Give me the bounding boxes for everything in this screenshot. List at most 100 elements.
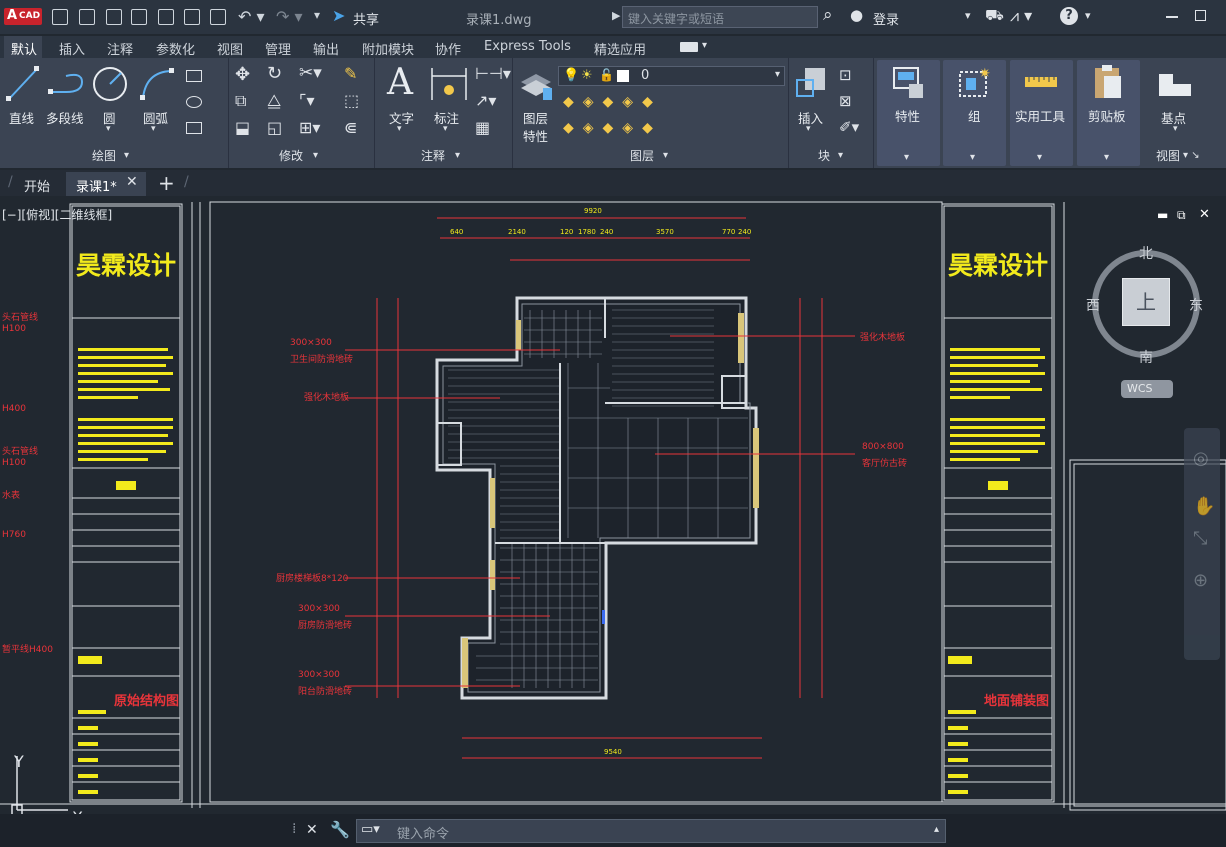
drawing-canvas[interactable]: [−][俯视][二维线框] 昊霖设计 昊霖设计 原始结构图 地面铺装图 头石管线… xyxy=(0,198,1226,827)
search-icon[interactable]: ⌕ xyxy=(823,5,833,25)
save-icon[interactable] xyxy=(106,9,122,25)
search-input[interactable]: 键入关键字或短语 xyxy=(628,10,724,27)
viewport-controls-label[interactable]: [−][俯视][二维线框] xyxy=(2,206,112,223)
tab-view[interactable]: 视图 xyxy=(217,39,243,58)
redo-icon[interactable]: ↷ ▾ xyxy=(276,7,303,26)
scale-icon[interactable]: ◱ xyxy=(267,118,282,137)
viewport-restore-icon[interactable]: ⧉ xyxy=(1177,208,1186,223)
dimension-dropdown-icon[interactable]: ▾ xyxy=(443,124,448,134)
layers-panel-expand-icon[interactable]: ▾ xyxy=(663,150,668,161)
text-dropdown-icon[interactable]: ▾ xyxy=(397,124,402,134)
arc-dropdown-icon[interactable]: ▾ xyxy=(151,124,156,134)
line-button[interactable]: 直线 xyxy=(9,108,34,127)
dimension-icon[interactable] xyxy=(429,66,469,102)
polyline-button[interactable]: 多段线 xyxy=(46,108,84,127)
tab-collaborate[interactable]: 协作 xyxy=(435,39,461,58)
compass-north[interactable]: 北 xyxy=(1139,243,1153,263)
close-command-icon[interactable]: ✕ xyxy=(306,822,318,838)
compass-south[interactable]: 南 xyxy=(1139,347,1153,367)
array-icon[interactable]: ⊞▾ xyxy=(299,118,320,137)
copy-icon[interactable]: ⧉ xyxy=(235,91,246,111)
tab-output[interactable]: 输出 xyxy=(313,39,339,58)
fillet-icon[interactable]: ⌜▾ xyxy=(299,91,315,110)
open-file-icon[interactable] xyxy=(79,9,95,25)
customize-command-icon[interactable]: 🔧 xyxy=(330,820,350,839)
properties-panel[interactable]: 特性 ▾ xyxy=(877,60,940,166)
line-icon[interactable] xyxy=(6,66,40,102)
linear-dim-icon[interactable]: ⊢⊣▾ xyxy=(475,64,511,83)
clipboard-panel[interactable]: 剪贴板 ▾ xyxy=(1077,60,1140,166)
mirror-icon[interactable]: ⧋ xyxy=(267,91,281,111)
layer-properties-button-line2[interactable]: 特性 xyxy=(523,126,548,145)
tab-featured-apps[interactable]: 精选应用 xyxy=(594,39,646,58)
block-panel-label[interactable]: 块 xyxy=(818,147,830,164)
circle-icon[interactable] xyxy=(92,66,128,102)
modify-panel-label[interactable]: 修改 xyxy=(279,147,303,164)
viewport-minimize-icon[interactable]: ▬ xyxy=(1157,208,1168,222)
trim-icon[interactable]: ✂▾ xyxy=(299,63,322,83)
utilities-panel[interactable]: 实用工具 ▾ xyxy=(1010,60,1073,166)
command-grip-icon[interactable]: ⁞ xyxy=(292,821,296,837)
search-expand-icon[interactable]: ▶ xyxy=(612,9,620,22)
offset-icon[interactable]: ⋐ xyxy=(344,118,357,137)
plot-icon[interactable] xyxy=(210,9,226,25)
move-icon[interactable]: ✥ xyxy=(235,64,250,85)
layers-panel-label[interactable]: 图层 xyxy=(630,147,654,164)
polyline-icon[interactable] xyxy=(48,70,86,98)
maximize-icon[interactable] xyxy=(1195,10,1206,21)
start-tab[interactable]: 开始 xyxy=(24,176,50,195)
create-block-icon[interactable]: ⊡ xyxy=(839,66,852,84)
basepoint-icon[interactable] xyxy=(1157,70,1193,98)
layer-dropdown[interactable]: 💡 ☀ 🔓 0 ▾ xyxy=(558,66,785,86)
steering-wheel-icon[interactable]: ◎ xyxy=(1193,448,1209,469)
view-panel-expand-icon[interactable]: ▾ ↘ xyxy=(1183,150,1200,161)
explode-icon[interactable]: ⬚ xyxy=(344,91,359,110)
groups-panel[interactable]: ✷ 组 ▾ xyxy=(943,60,1006,166)
view-panel-label[interactable]: 视图 xyxy=(1156,147,1180,164)
tab-insert[interactable]: 插入 xyxy=(59,39,85,58)
command-input[interactable]: ▭▾ 键入命令 ▴ xyxy=(356,819,946,843)
cart-icon[interactable]: ⛟ xyxy=(985,6,1004,26)
edit-attributes-icon[interactable]: ✐▾ xyxy=(839,118,859,136)
draw-panel-expand-icon[interactable]: ▾ xyxy=(124,150,129,161)
wcs-menu[interactable]: WCS xyxy=(1121,380,1173,398)
layer-properties-icon[interactable] xyxy=(519,66,553,102)
ribbon-minimize-dropdown-icon[interactable]: ▾ xyxy=(702,40,707,51)
tab-annotate[interactable]: 注释 xyxy=(107,39,133,58)
layer-tools-row2-icons[interactable]: ◆◈◆◈◆ xyxy=(563,120,662,136)
help-dropdown-icon[interactable]: ▾ xyxy=(1085,9,1091,22)
circle-dropdown-icon[interactable]: ▾ xyxy=(106,124,111,134)
compass-east[interactable]: 东 xyxy=(1189,295,1203,315)
tab-manage[interactable]: 管理 xyxy=(265,39,291,58)
share-button[interactable]: 共享 xyxy=(353,9,379,28)
undo-icon[interactable]: ↶ ▾ xyxy=(238,7,265,26)
new-file-icon[interactable] xyxy=(52,9,68,25)
basepoint-dropdown-icon[interactable]: ▾ xyxy=(1173,124,1178,134)
open-web-icon[interactable] xyxy=(158,9,174,25)
hatch-icon[interactable] xyxy=(186,96,202,108)
command-history-icon[interactable]: ▴ xyxy=(934,824,939,835)
table-icon[interactable]: ▦ xyxy=(475,118,490,137)
rotate-icon[interactable]: ↻ xyxy=(267,63,282,84)
tab-default[interactable]: 默认 xyxy=(11,39,37,58)
navigation-bar[interactable]: ◎ ✋ ⤡ ⊕ xyxy=(1184,428,1220,660)
modify-panel-expand-icon[interactable]: ▾ xyxy=(313,150,318,161)
account-dropdown-icon[interactable]: ▾ xyxy=(965,9,971,22)
tab-express-tools[interactable]: Express Tools xyxy=(484,39,571,54)
erase-icon[interactable]: ✎ xyxy=(344,64,357,83)
pan-icon[interactable]: ✋ xyxy=(1193,496,1215,517)
viewcube-top-face[interactable]: 上 xyxy=(1122,278,1170,326)
zoom-icon[interactable]: ⤡ xyxy=(1193,528,1207,549)
annotation-panel-label[interactable]: 注释 xyxy=(421,147,445,164)
help-icon[interactable]: ? xyxy=(1060,7,1078,25)
app-logo[interactable]: A CAD xyxy=(4,8,42,25)
block-panel-expand-icon[interactable]: ▾ xyxy=(838,150,843,161)
tab-addins[interactable]: 附加模块 xyxy=(362,39,414,58)
login-button[interactable]: 登录 xyxy=(873,9,899,28)
edit-block-icon[interactable]: ⊠ xyxy=(839,92,852,110)
insert-dropdown-icon[interactable]: ▾ xyxy=(806,124,811,134)
layer-properties-button[interactable]: 图层 xyxy=(523,108,548,127)
rectangle-icon[interactable] xyxy=(186,70,202,82)
text-icon[interactable]: A xyxy=(387,62,413,103)
minimize-icon[interactable] xyxy=(1166,16,1178,18)
